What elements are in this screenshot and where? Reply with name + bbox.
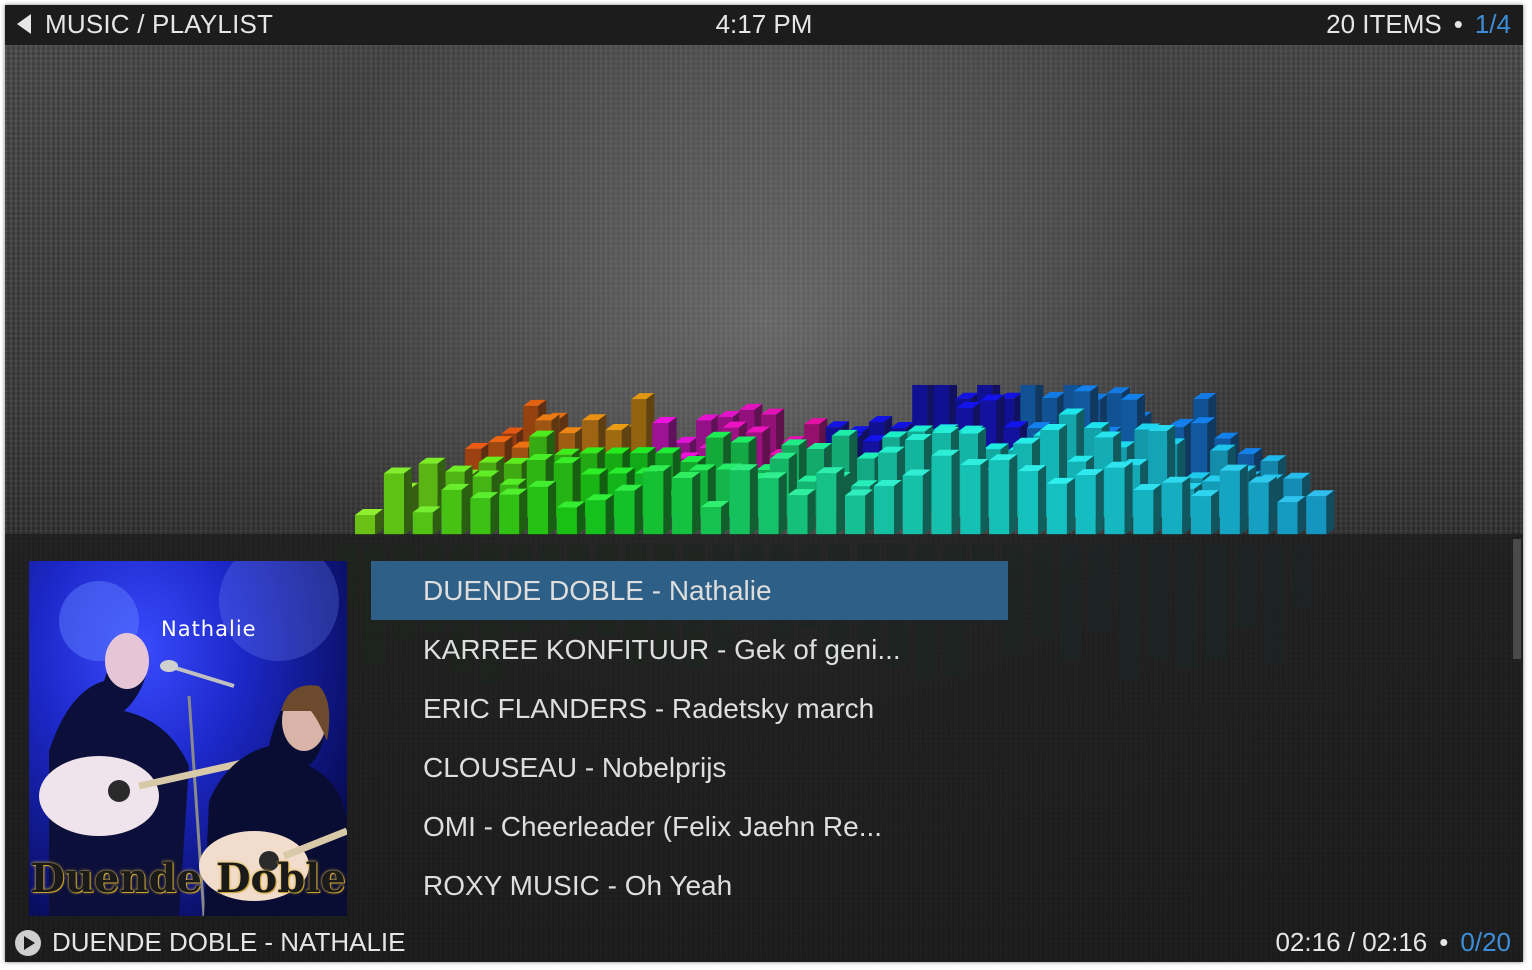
header-bar: MUSIC / PLAYLIST 4:17 PM 20 ITEMS • 1/4 bbox=[5, 5, 1523, 45]
list-item[interactable]: CLOUSEAU - Nobelprijs bbox=[371, 738, 1171, 797]
now-playing-title: DUENDE DOBLE - NATHALIE bbox=[52, 927, 406, 957]
playback-time: 02:16 / 02:16 bbox=[1275, 927, 1428, 957]
list-item[interactable]: KARREE KONFITUUR - Gek of geni... bbox=[371, 620, 1171, 679]
list-item[interactable]: DUENDE DOBLE - Nathalie bbox=[371, 561, 1008, 620]
clock: 4:17 PM bbox=[715, 9, 813, 39]
list-item-label: DUENDE DOBLE - Nathalie bbox=[423, 575, 772, 606]
list-item[interactable]: OMI - Cheerleader (Felix Jaehn Re... bbox=[371, 797, 1171, 856]
now-playing-bar: DUENDE DOBLE - NATHALIE 02:16 / 02:16 • 0/… bbox=[5, 925, 1523, 962]
list-item-label: KARREE KONFITUUR - Gek of geni... bbox=[423, 634, 901, 665]
page-indicator: 1/4 bbox=[1474, 9, 1511, 39]
now-playing-status: 02:16 / 02:16 • 0/20 bbox=[1275, 927, 1511, 958]
list-item-label: CLOUSEAU - Nobelprijs bbox=[423, 752, 727, 783]
play-icon[interactable] bbox=[15, 930, 41, 956]
separator-dot: • bbox=[1453, 9, 1463, 39]
playlist-panel: Nathalie Duende Doble DUENDE DOBLE - Nat… bbox=[5, 534, 1523, 962]
separator-dot: • bbox=[1439, 927, 1449, 957]
scrollbar[interactable] bbox=[1513, 539, 1521, 659]
cover-title: Duende Doble bbox=[30, 855, 346, 902]
list-item-label: OMI - Cheerleader (Felix Jaehn Re... bbox=[423, 811, 883, 842]
album-cover: Nathalie Duende Doble bbox=[29, 561, 347, 916]
list-item-label: ERIC FLANDERS - Radetsky march bbox=[423, 693, 875, 724]
playlist-position: 0/20 bbox=[1460, 927, 1511, 957]
items-count: 20 ITEMS bbox=[1326, 9, 1442, 39]
list-item-label: ROXY MUSIC - Oh Yeah bbox=[423, 870, 733, 901]
list-item[interactable]: ROXY MUSIC - Oh Yeah bbox=[371, 856, 1171, 915]
app-window: MUSIC / PLAYLIST 4:17 PM 20 ITEMS•1/4 bbox=[5, 5, 1523, 962]
item-counter: 20 ITEMS • 1/4 bbox=[1326, 9, 1511, 40]
cover-caption: Nathalie bbox=[161, 617, 257, 641]
list-item[interactable]: ERIC FLANDERS - Radetsky march bbox=[371, 679, 1171, 738]
playlist: DUENDE DOBLE - Nathalie KARREE KONFITUUR… bbox=[371, 561, 1171, 915]
